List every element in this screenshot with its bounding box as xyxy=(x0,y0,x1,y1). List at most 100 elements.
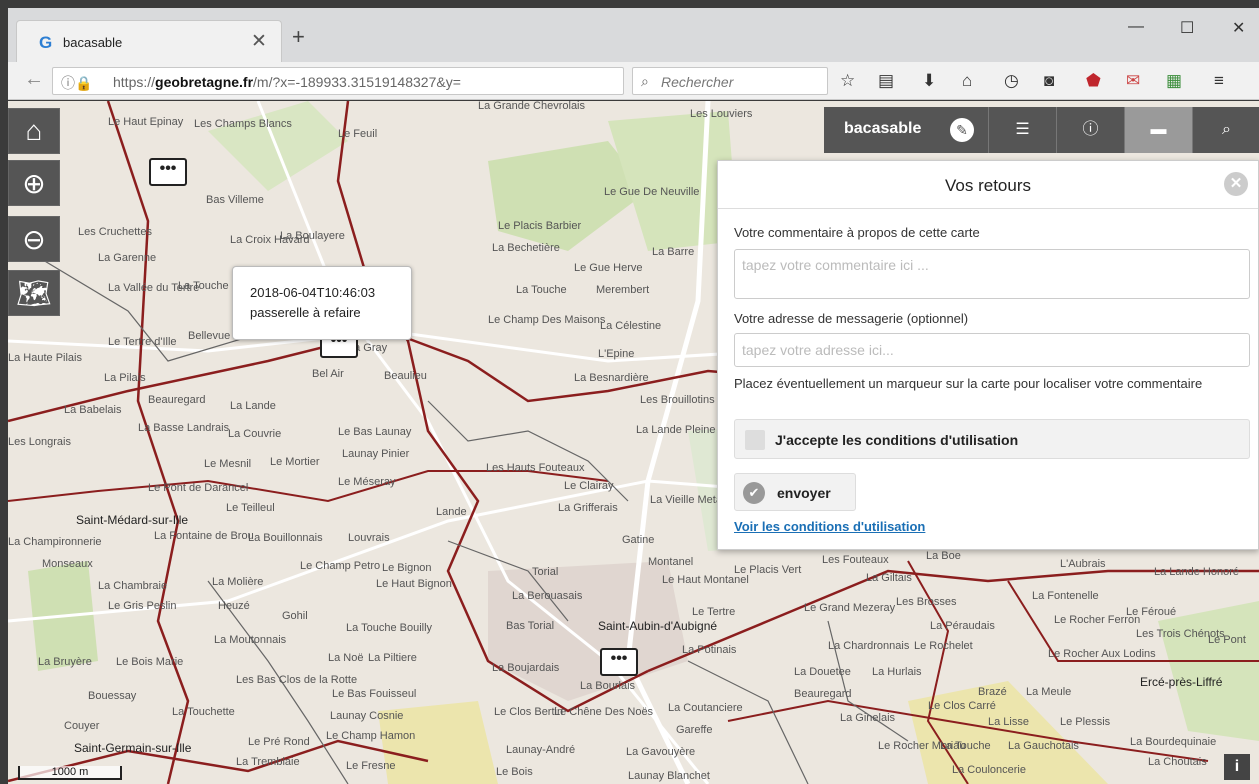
place-label: La Chambraie xyxy=(98,580,168,592)
place-label: La Moutonnais xyxy=(214,634,287,646)
place-label: Bellevue xyxy=(188,330,231,342)
site-info-icon[interactable]: ⓘ🔒 xyxy=(61,73,92,93)
place-label: Bel Air xyxy=(312,368,344,380)
url-bar[interactable]: ⓘ🔒 https://geobretagne.fr/m/?x=-189933.3… xyxy=(52,67,649,95)
place-label: Louvrais xyxy=(348,532,390,544)
attribution-info-button[interactable]: i xyxy=(1224,754,1250,780)
panel-title: Vos retours xyxy=(945,176,1031,195)
place-label: La Coutanciere xyxy=(668,702,743,714)
place-label: La Garenne xyxy=(98,252,157,264)
email-field[interactable] xyxy=(734,333,1250,367)
ublock-icon[interactable]: ⬟ xyxy=(1086,71,1101,91)
checkbox[interactable] xyxy=(745,430,765,450)
search-input[interactable]: ⌕ Rechercher xyxy=(632,67,828,95)
place-label: La Choutais xyxy=(1148,756,1207,768)
place-label: Le Grand Mezeray xyxy=(804,602,896,614)
marker-hint: Placez éventuellement un marqueur sur la… xyxy=(734,376,1203,391)
place-label: La Douetee xyxy=(794,666,851,678)
place-label: L'Epine xyxy=(598,348,635,360)
extension-icon[interactable]: ▦ xyxy=(1166,71,1182,91)
place-label: Ercé-près-Liffré xyxy=(1140,675,1223,689)
place-label: Les Brouillotins xyxy=(640,394,715,406)
comment-marker[interactable]: ••• xyxy=(149,158,187,186)
history-icon[interactable]: ◷ xyxy=(1004,71,1019,91)
terms-link[interactable]: Voir les conditions d'utilisation xyxy=(734,519,925,534)
place-label: La Péraudais xyxy=(930,620,995,632)
home-icon: ⌂ xyxy=(25,115,43,146)
bookmark-star-icon[interactable]: ☆ xyxy=(840,71,855,91)
home-button[interactable]: ⌂ xyxy=(8,108,60,154)
comment-marker[interactable]: ••• xyxy=(600,648,638,676)
menu-icon[interactable]: ≡ xyxy=(1214,71,1224,91)
feedback-button[interactable]: ▬ xyxy=(1124,107,1192,153)
place-label: Le Haut Bignon xyxy=(376,578,452,590)
comment-label: Votre commentaire à propos de cette cart… xyxy=(734,225,980,240)
maximize-icon[interactable]: ☐ xyxy=(1180,18,1194,38)
place-label: La Célestine xyxy=(600,320,662,332)
place-label: La Gauchotais xyxy=(1008,740,1079,752)
place-label: La Haute Pilais xyxy=(8,352,82,364)
zoom-out-icon: ⊖ xyxy=(22,223,46,255)
place-label: Gatine xyxy=(622,534,655,546)
place-label: Le Tertre xyxy=(692,606,736,618)
place-label: Brazé xyxy=(978,686,1007,698)
new-tab-button[interactable]: + xyxy=(292,24,305,50)
place-label: Couyer xyxy=(64,720,100,732)
accept-terms-toggle[interactable]: J'accepte les conditions d'utilisation xyxy=(734,419,1250,459)
place-label: Lande xyxy=(436,506,467,518)
email-label: Votre adresse de messagerie (optionnel) xyxy=(734,311,969,326)
close-icon[interactable]: ✕ xyxy=(1224,172,1248,196)
place-label: Gareffe xyxy=(676,724,713,736)
tab-close-icon[interactable]: ✕ xyxy=(251,30,267,53)
zoom-out-button[interactable]: ⊖ xyxy=(8,216,60,262)
home-icon[interactable]: ⌂ xyxy=(962,71,972,91)
place-label: La Bechetière xyxy=(492,242,560,254)
zoom-in-button[interactable]: ⊕ xyxy=(8,160,60,206)
basemap-button[interactable]: 🗺 xyxy=(8,270,60,316)
comment-field[interactable] xyxy=(734,249,1250,299)
search-button[interactable]: ⌕ xyxy=(1192,107,1259,153)
place-label: Saint-Germain-sur-Ille xyxy=(74,741,192,755)
place-label: La Babelais xyxy=(64,404,122,416)
place-label: La Touche xyxy=(516,284,567,296)
place-label: La Touche Bouilly xyxy=(346,622,433,634)
place-label: Le Plessis xyxy=(1060,716,1111,728)
place-label: La Ginelais xyxy=(840,712,896,724)
send-button[interactable]: ✔ envoyer xyxy=(734,473,856,511)
scale-bar: 1000 m xyxy=(18,766,122,780)
place-label: La Noë xyxy=(328,652,364,664)
tab-title: bacasable xyxy=(63,35,123,50)
place-label: Monseaux xyxy=(42,558,93,570)
place-label: Saint-Médard-sur-Ille xyxy=(76,513,189,527)
place-label: La Boujardais xyxy=(492,662,560,674)
accept-terms-label: J'accepte les conditions d'utilisation xyxy=(775,432,1019,448)
place-label: La Gavouyère xyxy=(626,746,696,758)
mail-icon[interactable]: ✉ xyxy=(1126,71,1140,91)
place-label: La Boulayere xyxy=(280,230,345,242)
reading-list-icon[interactable]: ▤ xyxy=(878,71,894,91)
edit-icon[interactable]: ✎ xyxy=(950,118,974,142)
place-label: Launay Pinier xyxy=(342,448,410,460)
place-label: Les Fouteaux xyxy=(822,554,889,566)
place-label: Bouessay xyxy=(88,690,137,702)
browser-tab[interactable]: G bacasable ✕ xyxy=(16,20,282,62)
place-label: La Pilais xyxy=(104,372,146,384)
place-label: Le Haut Montanel xyxy=(662,574,749,586)
back-arrow-icon[interactable]: ← xyxy=(24,68,44,91)
place-label: Le Méseray xyxy=(338,476,396,488)
layers-list-button[interactable]: ☰ xyxy=(988,107,1056,153)
search-placeholder: Rechercher xyxy=(661,74,734,90)
place-label: Le Mortier xyxy=(270,456,320,468)
place-label: Bas Torial xyxy=(506,620,555,632)
pocket-icon[interactable]: ◙ xyxy=(1044,71,1054,91)
place-label: La Lande xyxy=(230,400,276,412)
download-icon[interactable]: ⬇ xyxy=(922,71,936,91)
place-label: Le Rochelet xyxy=(914,640,973,652)
minimize-icon[interactable]: — xyxy=(1128,18,1144,36)
window-close-icon[interactable]: ✕ xyxy=(1232,18,1245,38)
url-text: https://geobretagne.fr/m/?x=-189933.3151… xyxy=(113,74,461,90)
search-icon: ⌕ xyxy=(641,73,649,89)
comment-popup: 2018-06-04T10:46:03 passerelle à refaire xyxy=(232,266,412,340)
feedback-panel: Vos retours ✕ Votre commentaire à propos… xyxy=(717,160,1259,550)
info-button[interactable]: ⓘ xyxy=(1056,107,1124,153)
